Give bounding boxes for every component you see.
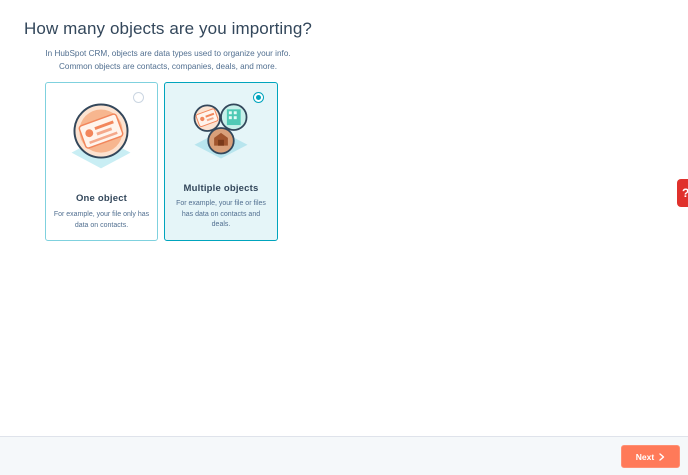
option-title-multiple-objects: Multiple objects	[183, 183, 259, 194]
single-object-illustration	[71, 103, 131, 169]
help-icon: ?	[682, 186, 688, 200]
multiple-objects-illustration	[193, 103, 248, 159]
subtitle-line-2: Common objects are contacts, companies, …	[59, 62, 277, 71]
subtitle-line-1: In HubSpot CRM, objects are data types u…	[45, 49, 291, 58]
wizard-footer	[0, 436, 688, 475]
page-title: How many objects are you importing?	[24, 19, 312, 38]
option-card-multiple-objects[interactable]: Multiple objects For example, your file …	[164, 82, 278, 241]
help-widget-tab[interactable]: ?	[677, 179, 688, 207]
chevron-right-icon	[659, 452, 665, 461]
next-button-label: Next	[635, 451, 655, 462]
option-description-one-object: For example, your file only has data on …	[53, 211, 150, 229]
option-card-one-object[interactable]: One object For example, your file only h…	[45, 82, 158, 241]
option-description-multiple-objects: For example, your file or files has data…	[176, 200, 266, 228]
option-title-one-object: One object	[75, 193, 128, 204]
page-subtitle: In HubSpot CRM, objects are data types u…	[0, 47, 336, 73]
next-button[interactable]: Next	[621, 445, 680, 468]
